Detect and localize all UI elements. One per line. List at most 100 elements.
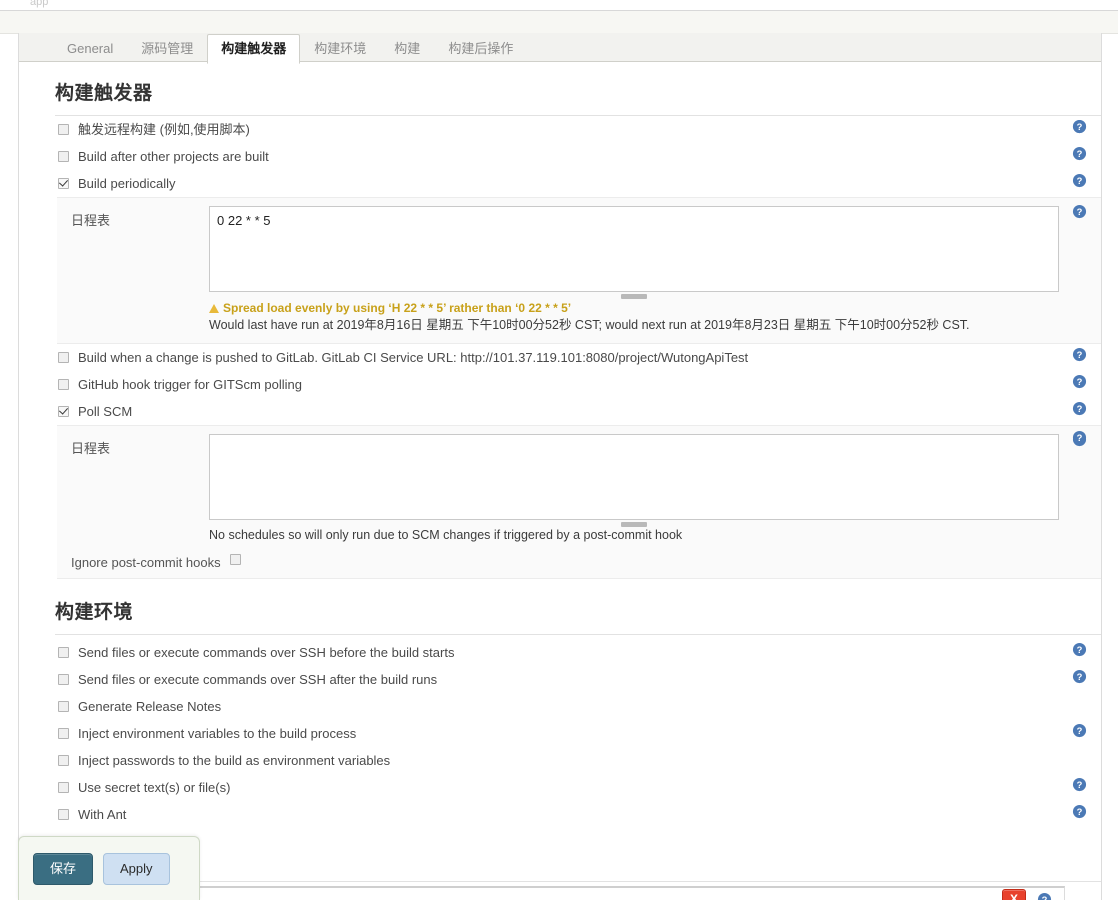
build-environment-heading: 构建环境 bbox=[55, 602, 134, 623]
env-inject-vars-checkbox[interactable] bbox=[58, 728, 69, 739]
env-ssh-after-row: Send files or execute commands over SSH … bbox=[55, 666, 1101, 693]
poll-scm-schedule-resize-grip[interactable] bbox=[621, 522, 647, 527]
ignore-post-commit-field bbox=[227, 551, 1101, 565]
svg-text:?: ? bbox=[1077, 122, 1083, 132]
trigger-build-periodically-row: Build periodically ? bbox=[55, 170, 1101, 197]
trigger-after-projects-row: Build after other projects are built ? bbox=[55, 143, 1101, 170]
config-tab-bar: General 源码管理 构建触发器 构建环境 构建 构建后操作 bbox=[19, 33, 1101, 64]
env-ssh-before-label[interactable]: Send files or execute commands over SSH … bbox=[78, 645, 454, 660]
trigger-github-hook-label[interactable]: GitHub hook trigger for GITScm polling bbox=[78, 377, 302, 392]
env-ssh-after-label[interactable]: Send files or execute commands over SSH … bbox=[78, 672, 437, 687]
poll-scm-schedule-row: 日程表 No schedules so will only run due to… bbox=[57, 432, 1101, 547]
trigger-poll-scm-label[interactable]: Poll SCM bbox=[78, 404, 132, 419]
trigger-build-periodically-checkbox[interactable] bbox=[58, 178, 69, 189]
poll-scm-settings: 日程表 No schedules so will only run due to… bbox=[57, 425, 1101, 579]
trigger-build-periodically-label[interactable]: Build periodically bbox=[78, 176, 176, 191]
poll-scm-schedule-field: No schedules so will only run due to SCM… bbox=[209, 434, 1101, 545]
env-with-ant-checkbox[interactable] bbox=[58, 809, 69, 820]
trigger-poll-scm-checkbox[interactable] bbox=[58, 406, 69, 417]
svg-text:?: ? bbox=[1077, 645, 1083, 655]
poll-scm-schedule-label: 日程表 bbox=[71, 441, 111, 456]
ignore-post-commit-checkbox[interactable] bbox=[230, 554, 241, 565]
env-release-notes-row: Generate Release Notes bbox=[55, 693, 1101, 720]
periodic-schedule-input[interactable] bbox=[209, 206, 1059, 292]
help-icon-secret-text[interactable]: ? bbox=[1072, 777, 1087, 792]
env-ssh-before-row: Send files or execute commands over SSH … bbox=[55, 639, 1101, 666]
help-icon-periodic-schedule[interactable]: ? bbox=[1072, 204, 1087, 219]
trigger-after-projects-checkbox[interactable] bbox=[58, 151, 69, 162]
help-icon-ignore-post-commit[interactable]: ? bbox=[1072, 430, 1087, 445]
floating-save-bar: 保存 Apply bbox=[18, 836, 200, 900]
svg-text:?: ? bbox=[1077, 377, 1083, 387]
help-icon-build-periodically[interactable]: ? bbox=[1072, 173, 1087, 188]
poll-scm-schedule-input[interactable] bbox=[209, 434, 1059, 520]
clipped-top-strip-inner: app bbox=[0, 0, 1118, 10]
periodic-schedule-row: 日程表 Spread load evenly by using ‘H 22 * … bbox=[57, 204, 1101, 337]
periodic-schedule-next-run: Would last have run at 2019年8月16日 星期五 下午… bbox=[209, 318, 970, 332]
env-release-notes-checkbox[interactable] bbox=[58, 701, 69, 712]
tab-source-management[interactable]: 源码管理 bbox=[127, 34, 207, 64]
env-ssh-before-checkbox[interactable] bbox=[58, 647, 69, 658]
trigger-poll-scm-row: Poll SCM ? bbox=[55, 398, 1101, 425]
env-inject-passwords-row: Inject passwords to the build as environ… bbox=[55, 747, 1101, 774]
delete-build-step-button[interactable]: X bbox=[1002, 889, 1026, 900]
env-inject-passwords-label[interactable]: Inject passwords to the build as environ… bbox=[78, 753, 390, 768]
help-icon-after-projects[interactable]: ? bbox=[1072, 146, 1087, 161]
help-icon-trigger-remote[interactable]: ? bbox=[1072, 119, 1087, 134]
env-with-ant-row: With Ant ? bbox=[55, 801, 1101, 828]
trigger-gitlab-label[interactable]: Build when a change is pushed to GitLab.… bbox=[78, 350, 748, 365]
trigger-remote-label[interactable]: 触发远程构建 (例如,使用脚本) bbox=[78, 122, 250, 137]
build-environment-body: Send files or execute commands over SSH … bbox=[19, 635, 1101, 828]
clipped-top-strip: app bbox=[0, 0, 1118, 11]
env-secret-text-label[interactable]: Use secret text(s) or file(s) bbox=[78, 780, 230, 795]
svg-text:?: ? bbox=[1077, 350, 1083, 360]
trigger-gitlab-checkbox[interactable] bbox=[58, 352, 69, 363]
env-inject-vars-label[interactable]: Inject environment variables to the buil… bbox=[78, 726, 356, 741]
help-icon-inject-vars[interactable]: ? bbox=[1072, 723, 1087, 738]
trigger-after-projects-label[interactable]: Build after other projects are built bbox=[78, 149, 269, 164]
warning-icon bbox=[209, 304, 219, 313]
help-icon-gitlab[interactable]: ? bbox=[1072, 347, 1087, 362]
svg-text:?: ? bbox=[1077, 207, 1083, 217]
svg-text:?: ? bbox=[1077, 780, 1083, 790]
svg-text:?: ? bbox=[1042, 895, 1048, 900]
trigger-remote-checkbox[interactable] bbox=[58, 124, 69, 135]
env-inject-passwords-checkbox[interactable] bbox=[58, 755, 69, 766]
svg-text:?: ? bbox=[1077, 726, 1083, 736]
tab-build-triggers[interactable]: 构建触发器 bbox=[207, 34, 301, 64]
clipped-fragment-0: app bbox=[30, 0, 49, 8]
env-release-notes-label[interactable]: Generate Release Notes bbox=[78, 699, 221, 714]
svg-text:?: ? bbox=[1077, 404, 1083, 414]
help-icon-poll-scm[interactable]: ? bbox=[1072, 401, 1087, 416]
build-triggers-body: 触发远程构建 (例如,使用脚本) ? Build after other pro… bbox=[19, 116, 1101, 579]
apply-button[interactable]: Apply bbox=[103, 852, 170, 885]
env-inject-vars-row: Inject environment variables to the buil… bbox=[55, 720, 1101, 747]
tab-post-build-actions[interactable]: 构建后操作 bbox=[434, 34, 527, 64]
periodic-schedule-label: 日程表 bbox=[71, 213, 111, 228]
trigger-remote-row: 触发远程构建 (例如,使用脚本) ? bbox=[55, 116, 1101, 143]
env-secret-text-checkbox[interactable] bbox=[58, 782, 69, 793]
tab-general[interactable]: General bbox=[53, 34, 127, 64]
periodic-schedule-warning-text: Spread load evenly by using ‘H 22 * * 5’… bbox=[223, 301, 572, 315]
tab-build-environment[interactable]: 构建环境 bbox=[300, 34, 380, 64]
help-icon-execute-shell[interactable]: ? bbox=[1037, 892, 1052, 900]
jenkins-config-screen: app General 源码管理 构建触发器 构建环境 构建 构建后操作 构建触发器 触发… bbox=[0, 0, 1118, 900]
help-icon-with-ant[interactable]: ? bbox=[1072, 804, 1087, 819]
trigger-github-hook-checkbox[interactable] bbox=[58, 379, 69, 390]
tab-build[interactable]: 构建 bbox=[380, 34, 434, 64]
env-with-ant-label[interactable]: With Ant bbox=[78, 807, 126, 822]
trigger-gitlab-row: Build when a change is pushed to GitLab.… bbox=[55, 344, 1101, 371]
svg-text:?: ? bbox=[1077, 672, 1083, 682]
trigger-github-hook-row: GitHub hook trigger for GITScm polling ? bbox=[55, 371, 1101, 398]
help-icon-ssh-after[interactable]: ? bbox=[1072, 669, 1087, 684]
help-icon-ssh-before[interactable]: ? bbox=[1072, 642, 1087, 657]
env-ssh-after-checkbox[interactable] bbox=[58, 674, 69, 685]
periodic-schedule-resize-grip[interactable] bbox=[621, 294, 647, 299]
svg-text:?: ? bbox=[1077, 433, 1083, 443]
svg-text:?: ? bbox=[1077, 176, 1083, 186]
build-step-header: Execute shell X ? bbox=[56, 888, 1064, 900]
help-icon-github-hook[interactable]: ? bbox=[1072, 374, 1087, 389]
ignore-post-commit-label: Ignore post-commit hooks bbox=[71, 555, 221, 570]
page-top-spacer bbox=[0, 11, 1118, 34]
save-button[interactable]: 保存 bbox=[33, 852, 94, 885]
